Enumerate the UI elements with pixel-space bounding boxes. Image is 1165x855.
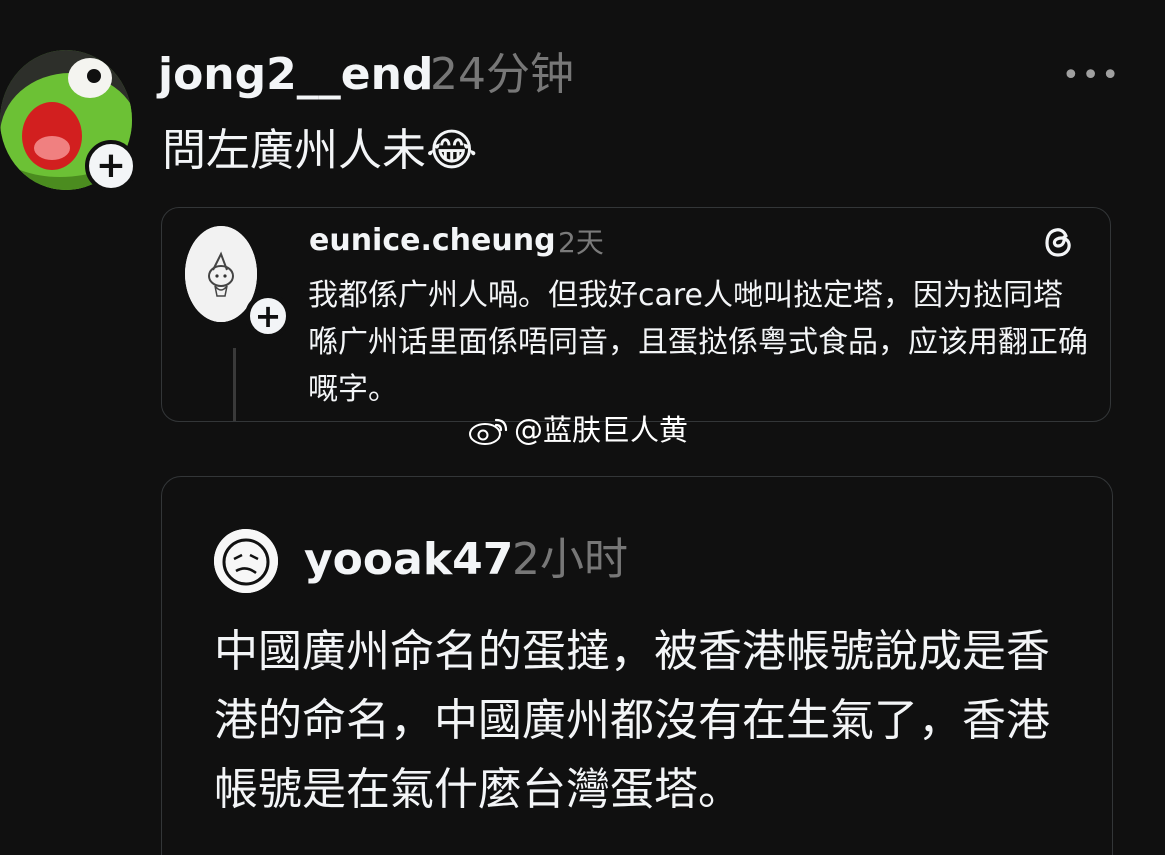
doodle-avatar-image — [214, 529, 278, 593]
threads-post-screen: + jong2__end 24分钟 ••• 問左廣州人未😂 + eunice.c… — [0, 0, 1165, 855]
quoted-post-timestamp: 2天 — [558, 226, 604, 259]
weibo-logo-icon — [469, 418, 508, 445]
embedded-post-text: 中國廣州命名的蛋撻，被香港帳號說成是香港的命名，中國廣州都沒有在生氣了，香港帳號… — [214, 626, 1050, 815]
post-timestamp: 24分钟 — [430, 49, 574, 100]
quoted-follow-button[interactable]: + — [245, 293, 291, 339]
threads-logo-icon[interactable] — [1039, 222, 1079, 262]
post-text: 問左廣州人未😂 — [162, 125, 478, 176]
embedded-post-card[interactable]: yooak47 2小时 中國廣州命名的蛋撻，被香港帳號說成是香港的命名，中國廣州… — [161, 476, 1113, 855]
weibo-watermark: @蓝肤巨人黄 — [468, 410, 688, 450]
more-options-icon[interactable]: ••• — [1062, 58, 1121, 93]
quoted-post-text: 我都係广州人喎。但我好care人哋叫挞定塔，因为挞同塔喺广州话里面係唔同音，且蛋… — [308, 278, 1088, 407]
embedded-post-author[interactable]: yooak47 — [304, 529, 513, 591]
thread-connector-line — [233, 348, 236, 421]
watermark-handle: @蓝肤巨人黄 — [514, 413, 689, 447]
quoted-post-author[interactable]: eunice.cheung — [309, 220, 556, 262]
yooak47-avatar[interactable] — [214, 529, 278, 593]
follow-button[interactable]: + — [85, 140, 137, 192]
embedded-post-timestamp: 2小时 — [512, 534, 628, 585]
quoted-post-card[interactable]: + eunice.cheung 2天 我都係广州人喎。但我好care人哋叫挞定塔… — [161, 207, 1111, 422]
post-author[interactable]: jong2__end — [158, 44, 433, 106]
